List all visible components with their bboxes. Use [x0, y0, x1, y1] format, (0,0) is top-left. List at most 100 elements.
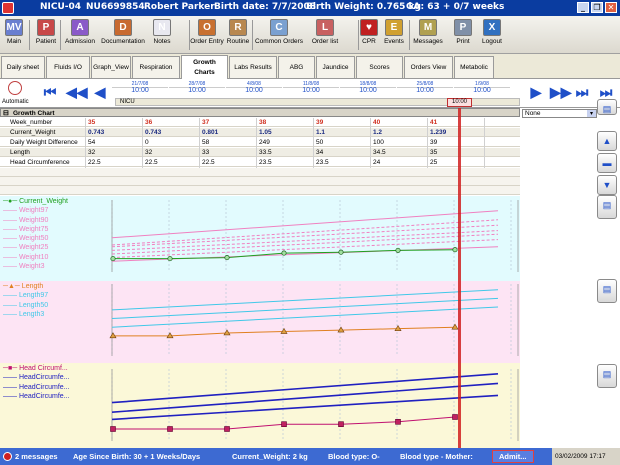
table-cell[interactable]: 33.5: [257, 148, 313, 157]
toolbar-events-button[interactable]: E Events: [381, 18, 407, 52]
tab-orders-view[interactable]: Orders View: [404, 56, 453, 78]
curve-select[interactable]: None ▾: [522, 109, 597, 118]
timeline-cell[interactable]: 1/9/08 10:00: [454, 81, 510, 94]
messages-count[interactable]: 2 messages: [15, 448, 58, 465]
scroll-down-button[interactable]: ▼: [597, 175, 617, 195]
table-cell[interactable]: 38: [257, 118, 313, 127]
legend-label: Weight75: [18, 225, 49, 233]
minimize-button[interactable]: _: [577, 2, 589, 13]
table-cell[interactable]: 25: [428, 158, 484, 167]
toolbar-patient-button[interactable]: P Patient: [33, 18, 59, 52]
toolbar-common-orders-button[interactable]: C Common Orders: [254, 18, 304, 52]
end-icon[interactable]: ⏭: [598, 84, 614, 100]
last-page-icon[interactable]: ⏭: [574, 84, 590, 100]
table-cell[interactable]: 0.743: [143, 128, 199, 137]
legend-swatch-icon: ─▲─: [3, 283, 22, 290]
table-cell[interactable]: 22.5: [200, 158, 256, 167]
toolbar-admission-button[interactable]: A Admission: [63, 18, 97, 52]
print-length-chart-icon[interactable]: ▤: [597, 279, 617, 303]
table-cell[interactable]: 39: [428, 138, 484, 147]
table-cell[interactable]: 22.5: [86, 158, 142, 167]
growth-table-header: ⊟ Growth Chart: [0, 108, 520, 117]
tab-growth-charts[interactable]: Growth Charts: [181, 55, 228, 79]
timeline-cell[interactable]: 11/8/08 10:00: [283, 81, 339, 94]
table-cell[interactable]: 36: [143, 118, 199, 127]
toolbar-cpr-button[interactable]: ♥ CPR: [359, 18, 379, 52]
tab-abg[interactable]: ABG: [278, 56, 315, 78]
table-cell[interactable]: 54: [86, 138, 142, 147]
table-cell[interactable]: 249: [257, 138, 313, 147]
data-point: [224, 426, 230, 432]
table-cell[interactable]: 50: [314, 138, 370, 147]
toolbar-routine-button[interactable]: R Routine: [224, 18, 252, 52]
table-cell[interactable]: 24: [371, 158, 427, 167]
toolbar-print-button[interactable]: P Print: [452, 18, 474, 52]
close-button[interactable]: ✕: [605, 2, 617, 13]
clock-icon[interactable]: [8, 81, 22, 95]
table-cell[interactable]: 1.1: [314, 128, 370, 137]
timeline-cell[interactable]: 4/8/08 10:00: [226, 81, 282, 94]
tab-labs-results[interactable]: Labs Results: [229, 56, 277, 78]
restore-button[interactable]: ❐: [591, 2, 603, 13]
table-cell[interactable]: 40: [371, 118, 427, 127]
table-cell[interactable]: 23.5: [257, 158, 313, 167]
alert-icon[interactable]: [3, 452, 12, 461]
toolbar-main-button[interactable]: MV Main: [2, 18, 26, 52]
chevron-down-icon[interactable]: ▾: [587, 110, 596, 117]
table-cell[interactable]: 100: [371, 138, 427, 147]
table-cell[interactable]: 23.5: [314, 158, 370, 167]
table-cell[interactable]: 32: [143, 148, 199, 157]
table-cell[interactable]: 35: [428, 148, 484, 157]
tab-metabolic[interactable]: Metabolic: [454, 56, 494, 78]
table-cell[interactable]: 22.5: [143, 158, 199, 167]
table-cell[interactable]: 34: [314, 148, 370, 157]
current-time-marker[interactable]: 10:00: [447, 98, 472, 107]
table-cell[interactable]: 33: [200, 148, 256, 157]
legend-entry: —— Weight10: [3, 253, 68, 262]
tab-jaundice[interactable]: Jaundice: [316, 56, 355, 78]
toolbar-documentation-button[interactable]: D Documentation: [101, 18, 145, 52]
table-cell[interactable]: 1.05: [257, 128, 313, 137]
tab-graph-view[interactable]: Graph_View: [91, 56, 131, 78]
table-cell[interactable]: 34.5: [371, 148, 427, 157]
table-row: Head Circumference 22.5 22.5 22.5 23.5 23.5 24…: [0, 158, 520, 167]
timeline-cell[interactable]: 28/7/08 10:00: [169, 81, 225, 94]
print-head-chart-icon[interactable]: ▤: [597, 364, 617, 388]
table-cell[interactable]: 1.2: [371, 128, 427, 137]
table-cell[interactable]: 41: [428, 118, 484, 127]
tab-fluids-i-o[interactable]: Fluids I/O: [46, 56, 90, 78]
tab-respiration[interactable]: Respiration: [132, 56, 180, 78]
tab-scores[interactable]: Scores: [356, 56, 403, 78]
timeline-cell[interactable]: 21/7/08 10:00: [112, 81, 168, 94]
collapse-icon[interactable]: ⊟: [3, 109, 9, 118]
scroll-up-button[interactable]: ▲: [597, 131, 617, 151]
toolbar-messages-button[interactable]: M Messages: [410, 18, 446, 52]
stripe-button[interactable]: ▬: [597, 153, 617, 173]
legend-label: Length3: [18, 310, 45, 318]
legend-entry: ─▲─ Length: [3, 282, 48, 291]
table-cell[interactable]: 58: [200, 138, 256, 147]
table-cell[interactable]: 39: [314, 118, 370, 127]
table-cell[interactable]: 32: [86, 148, 142, 157]
table-cell[interactable]: 0.743: [86, 128, 142, 137]
table-cell[interactable]: 35: [86, 118, 142, 127]
timeline-cell[interactable]: 25/8/08 10:00: [397, 81, 453, 94]
next-page-icon[interactable]: ▶▶: [550, 84, 572, 100]
print-table-icon[interactable]: ▤: [597, 99, 617, 115]
table-cell[interactable]: 0.801: [200, 128, 256, 137]
table-cell[interactable]: 0: [143, 138, 199, 147]
admit-button[interactable]: Admit...: [492, 450, 534, 463]
first-page-icon[interactable]: ⏮: [42, 84, 58, 100]
toolbar-notes-button[interactable]: N Notes: [151, 18, 173, 52]
tab-daily-sheet[interactable]: Daily sheet: [1, 56, 45, 78]
table-cell[interactable]: 37: [200, 118, 256, 127]
prev-page-icon[interactable]: ◀◀: [66, 84, 88, 100]
toolbar-order-entry-button[interactable]: O Order Entry: [190, 18, 224, 52]
next-icon[interactable]: ▶: [528, 84, 544, 100]
toolbar-order-list-button[interactable]: L Order list: [308, 18, 342, 52]
table-cell[interactable]: 1.239: [428, 128, 484, 137]
prev-icon[interactable]: ◀: [92, 84, 108, 100]
timeline-cell[interactable]: 18/8/08 10:00: [340, 81, 396, 94]
print-weight-chart-icon[interactable]: ▤: [597, 195, 617, 219]
toolbar-logout-button[interactable]: X Logout: [480, 18, 504, 52]
